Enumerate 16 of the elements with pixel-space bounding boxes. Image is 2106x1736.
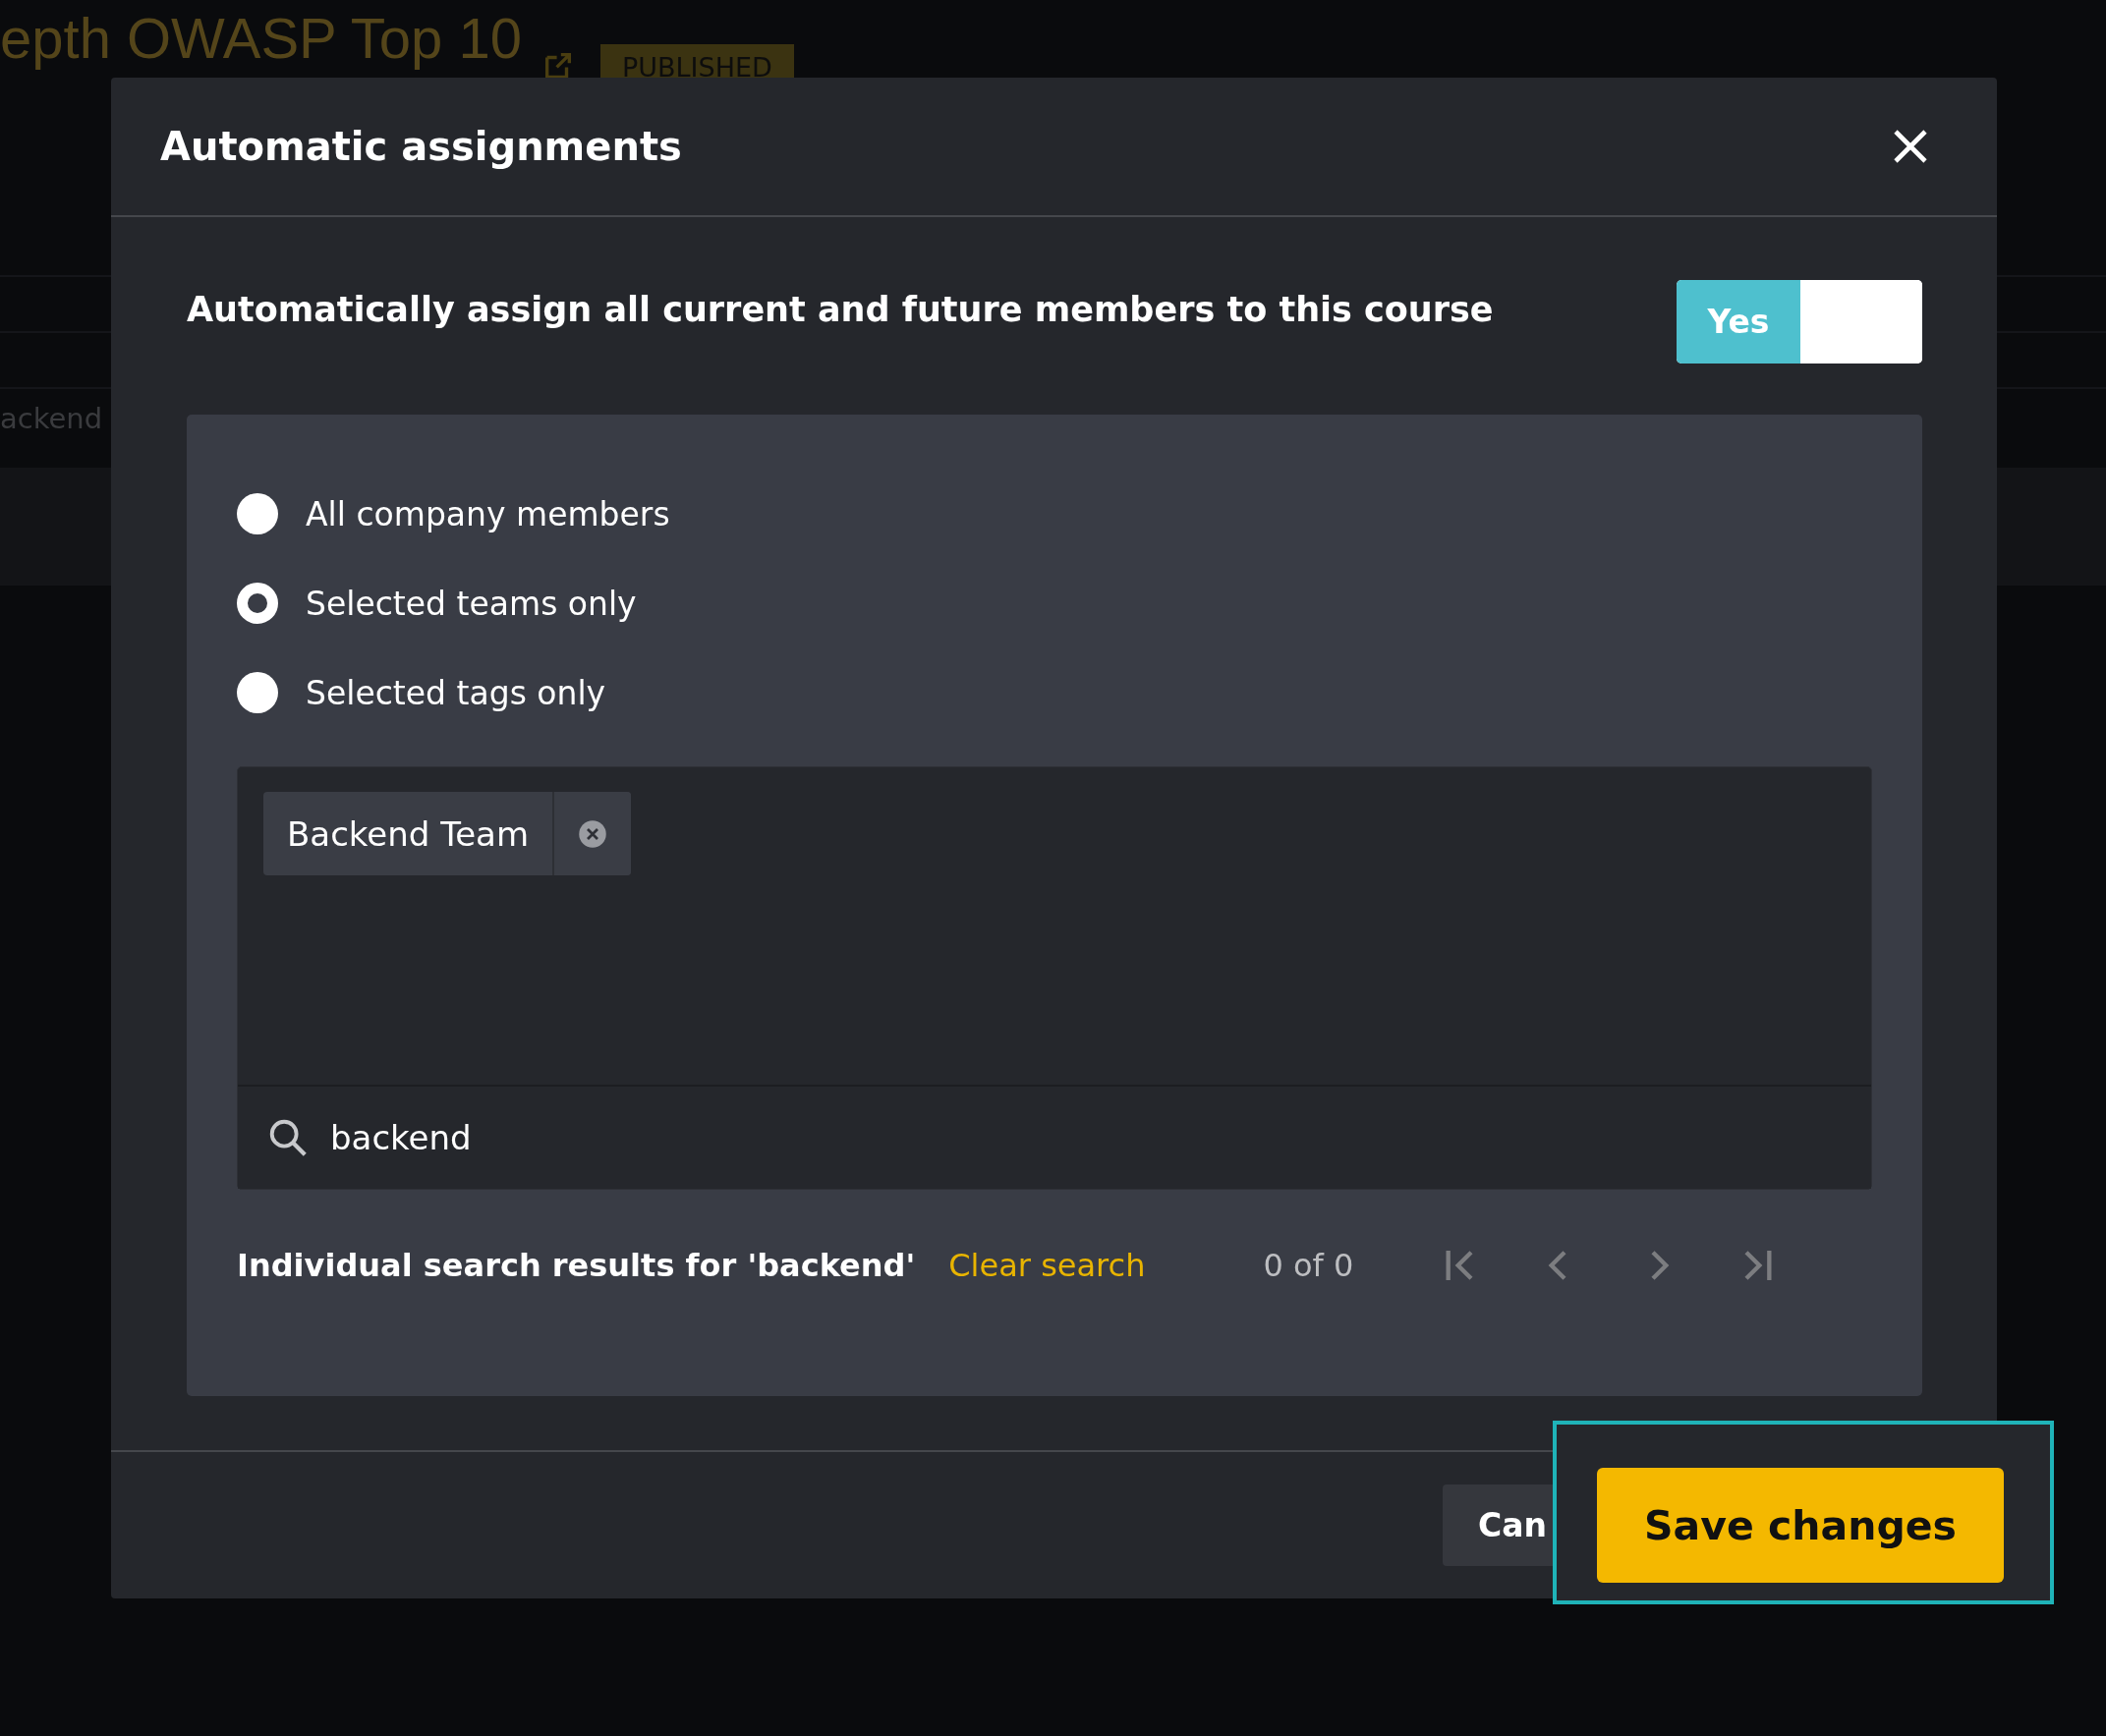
- radio-button[interactable]: [237, 583, 278, 624]
- radio-button[interactable]: [237, 672, 278, 713]
- option-label[interactable]: Selected tags only: [306, 673, 606, 712]
- cancel-button[interactable]: Can: [1443, 1484, 1553, 1566]
- question-label: Automatically assign all current and future members to this course: [187, 290, 1494, 329]
- clear-search-link[interactable]: Clear search: [948, 1247, 1146, 1284]
- search-field[interactable]: backend: [330, 1118, 1215, 1157]
- option-label[interactable]: All company members: [306, 494, 670, 533]
- results-heading: Individual search results for 'backend': [237, 1247, 916, 1284]
- dialog-title: Automatic assignments: [160, 124, 682, 169]
- results-count: 0 of 0: [1263, 1247, 1354, 1284]
- remove-icon[interactable]: [578, 818, 608, 849]
- remove-button[interactable]: [552, 792, 632, 875]
- save-button[interactable]: Save changes: [1597, 1468, 2004, 1583]
- option-label[interactable]: Selected teams only: [306, 584, 637, 623]
- radio-button[interactable]: [237, 493, 278, 534]
